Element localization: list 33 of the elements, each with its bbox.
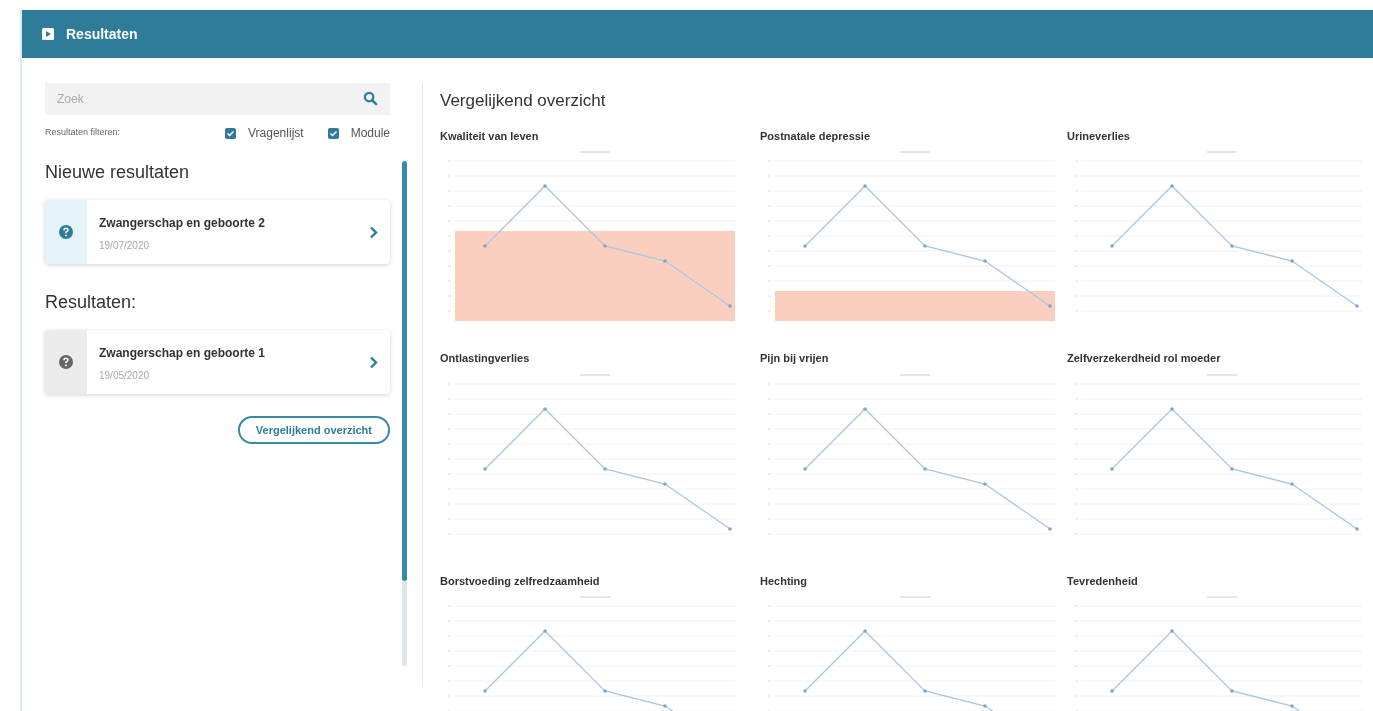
chart-title: Borstvoeding zelfredzaamheid — [440, 573, 601, 589]
chart-title: Tevredenheid — [1067, 573, 1139, 589]
checkbox-label: Module — [350, 125, 390, 142]
chart-title: Pijn bij vrijen — [760, 351, 830, 366]
checkbox[interactable] — [327, 127, 339, 139]
section-heading: Nieuwe resultaten — [45, 161, 191, 184]
section-heading: Resultaten: — [45, 291, 138, 314]
chart-title: Zelfverzekerdheid rol moeder — [1067, 351, 1222, 366]
chevron-right-icon — [369, 225, 378, 239]
result-date: 19/07/2020 — [99, 239, 151, 253]
result-card[interactable]: Zwangerschap en geboorte 2 19/07/2020 — [45, 200, 390, 264]
play-icon — [42, 28, 54, 40]
chart-title: Postnatale depressie — [760, 128, 872, 144]
result-title: Zwangerschap en geboorte 2 — [99, 215, 267, 232]
header-title: Resultaten — [66, 24, 138, 44]
scrollbar[interactable] — [402, 161, 407, 581]
chart-title: Kwaliteit van leven — [440, 128, 540, 144]
compare-button[interactable]: Vergelijkend overzicht — [237, 416, 390, 444]
chart-title: Urineverlies — [1067, 128, 1131, 144]
chart-title: Ontlastingverlies — [440, 351, 531, 366]
search-field[interactable]: Zoek — [45, 83, 390, 115]
checkbox-label: Vragenlijst — [248, 125, 304, 142]
overview-title: Vergelijkend overzicht — [440, 90, 607, 112]
result-date: 19/05/2020 — [99, 369, 151, 383]
chevron-right-icon — [369, 355, 378, 369]
question-icon — [59, 225, 73, 239]
filter-label: Resultaten filteren: — [45, 126, 122, 140]
checkbox[interactable] — [225, 127, 237, 139]
question-icon — [59, 355, 73, 369]
chart-title: Hechting — [760, 573, 809, 589]
result-title: Zwangerschap en geboorte 1 — [99, 345, 267, 362]
result-card[interactable]: Zwangerschap en geboorte 1 19/05/2020 — [45, 330, 390, 394]
search-icon — [363, 91, 378, 106]
